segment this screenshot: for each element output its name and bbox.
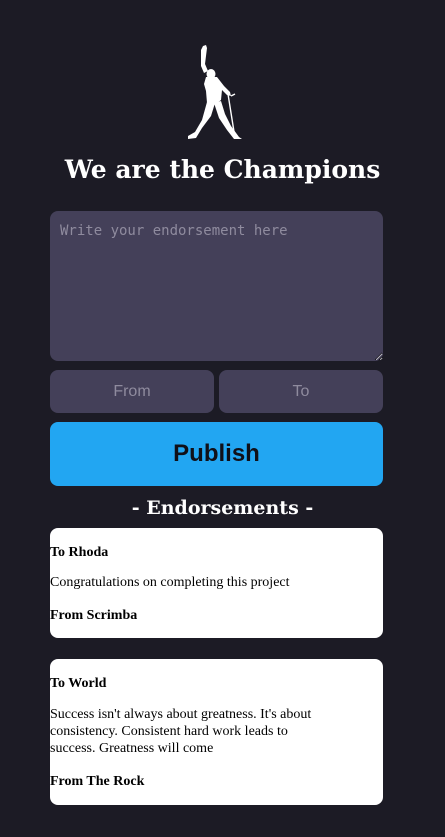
endorsements-heading: - Endorsements - <box>131 497 314 519</box>
freddie-mercury-silhouette-icon <box>188 45 242 139</box>
endorsement-recipient: To World <box>50 676 107 691</box>
publish-button[interactable]: Publish <box>50 422 383 486</box>
endorsement-card: To World Success isn't always about grea… <box>50 659 383 805</box>
page-title: We are the Champions <box>64 155 381 184</box>
endorsement-message: Success isn't always about greatness. It… <box>50 707 312 756</box>
endorsement-sender: From The Rock <box>50 774 145 789</box>
endorsement-sender: From Scrimba <box>50 608 138 623</box>
endorsement-card: To Rhoda Congratulations on completing t… <box>50 528 383 638</box>
from-input[interactable] <box>50 370 214 413</box>
endorsement-recipient: To Rhoda <box>50 545 109 560</box>
endorsement-textarea[interactable] <box>50 211 383 361</box>
to-input[interactable] <box>219 370 383 413</box>
app-root: We are the Champions Publish - Endorseme… <box>0 0 445 837</box>
endorsement-message: Congratulations on completing this proje… <box>50 575 290 590</box>
